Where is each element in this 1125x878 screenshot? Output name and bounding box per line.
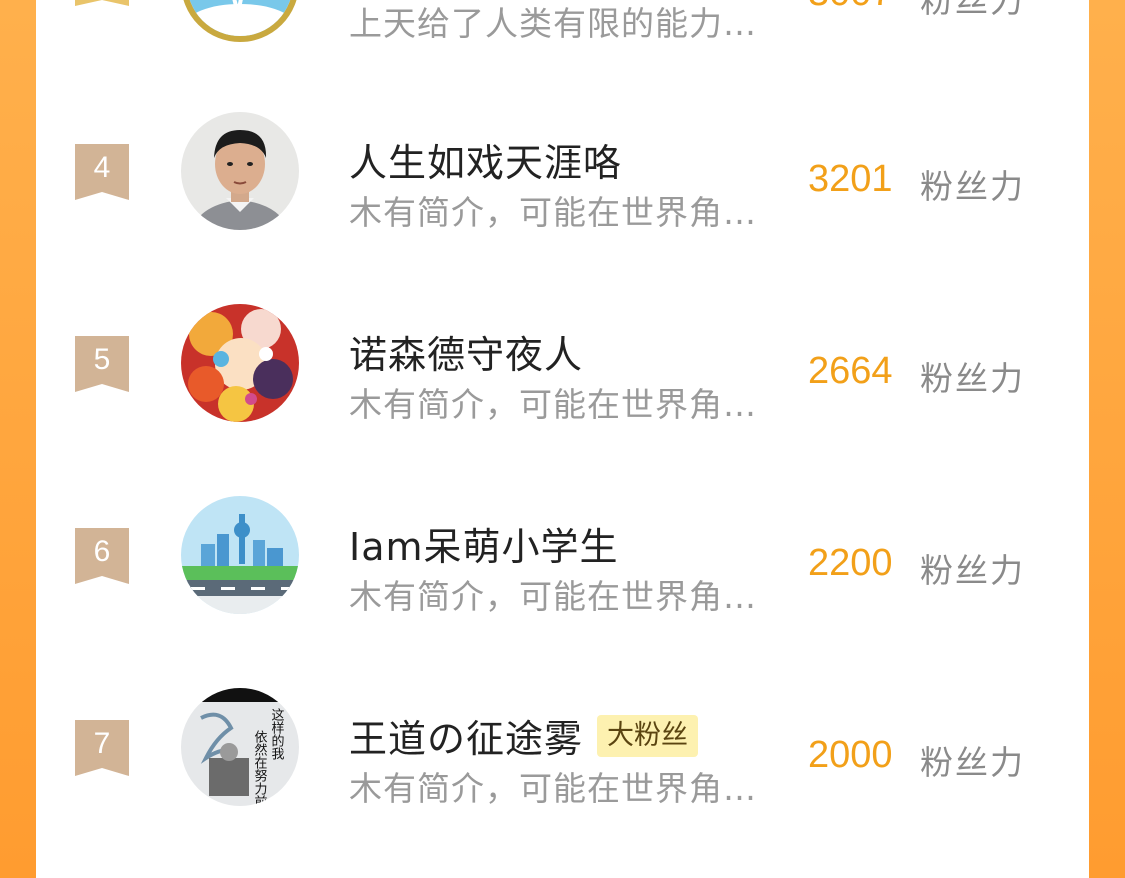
anime-collage-avatar[interactable] [181, 304, 299, 422]
rank-badge: 5 [75, 336, 129, 392]
svg-text:依然在努力前: 依然在努力前 [252, 730, 268, 806]
ranking-row[interactable]: 5 诺森德守夜人 木有简介，可能在世界角… 2664 粉丝力 [36, 292, 1089, 472]
rank-badge: 7 [75, 720, 129, 776]
user-name[interactable]: Iam呆萌小学生 [349, 516, 619, 571]
user-bio: 上天给了人类有限的能力… [349, 4, 757, 43]
user-name-text[interactable]: 王道の征途雾 [349, 708, 583, 763]
globe-avatar[interactable] [181, 0, 299, 42]
user-bio: 木有简介，可能在世界角… [349, 385, 757, 424]
svg-text:这样的我: 这样的我 [269, 707, 285, 760]
fan-power-score: 2200 [808, 542, 893, 584]
user-name[interactable]: 王道の征途雾 大粉丝 [349, 708, 699, 763]
ranking-row[interactable]: 6 Iam呆萌小学生 木有简介，可能在世界角… 2200 粉丝力 [36, 484, 1089, 664]
dragon-poster-avatar[interactable]: 依然在努力前 这样的我 [181, 688, 299, 806]
fan-power-score: 3201 [808, 158, 893, 200]
user-bio: 木有简介，可能在世界角… [349, 577, 757, 616]
fan-power-label: 粉丝力 [920, 167, 1025, 206]
ranking-row[interactable]: 4 人生如戏天涯咯 木有简介，可能在世界角… 3201 粉丝力 [36, 100, 1089, 280]
fan-power-score: 3007 [808, 0, 893, 15]
city-skyline-avatar[interactable] [181, 496, 299, 614]
ranking-list-panel: 上天给了人类有限的能力… 3007 粉丝力 4 人生如戏天涯咯 木有 [36, 0, 1089, 878]
fan-power-score: 2664 [808, 350, 893, 392]
user-name[interactable]: 人生如戏天涯咯 [349, 132, 622, 187]
fan-power-score: 2000 [808, 734, 893, 776]
user-name-text[interactable]: 人生如戏天涯咯 [349, 132, 622, 187]
person-photo-avatar[interactable] [181, 112, 299, 230]
user-name[interactable]: 诺森德守夜人 [349, 324, 583, 379]
fan-power-label: 粉丝力 [920, 743, 1025, 782]
fan-power-label: 粉丝力 [920, 359, 1025, 398]
rank-badge: 6 [75, 528, 129, 584]
ranking-row-partial[interactable]: 上天给了人类有限的能力… 3007 粉丝力 [36, 0, 1089, 90]
user-bio: 木有简介，可能在世界角… [349, 769, 757, 808]
rank-number: 7 [93, 727, 111, 760]
user-name-text[interactable]: 诺森德守夜人 [349, 324, 583, 379]
rank-badge [75, 0, 129, 46]
fan-power-label: 粉丝力 [920, 551, 1025, 590]
big-fan-tag: 大粉丝 [597, 714, 699, 757]
ranking-row[interactable]: 7 依然在努力前 这样的我 王道の征途雾 大粉丝 木有简介，可能在世界角… 20… [36, 676, 1089, 856]
rank-badge: 4 [75, 144, 129, 200]
left-orange-border [0, 0, 36, 878]
rank-number: 6 [93, 535, 111, 568]
right-orange-border [1089, 0, 1125, 878]
fan-power-label: 粉丝力 [920, 0, 1025, 20]
rank-number: 5 [93, 343, 111, 376]
rank-number: 4 [93, 151, 111, 184]
user-bio: 木有简介，可能在世界角… [349, 193, 757, 232]
user-name-text[interactable]: Iam呆萌小学生 [349, 516, 619, 571]
